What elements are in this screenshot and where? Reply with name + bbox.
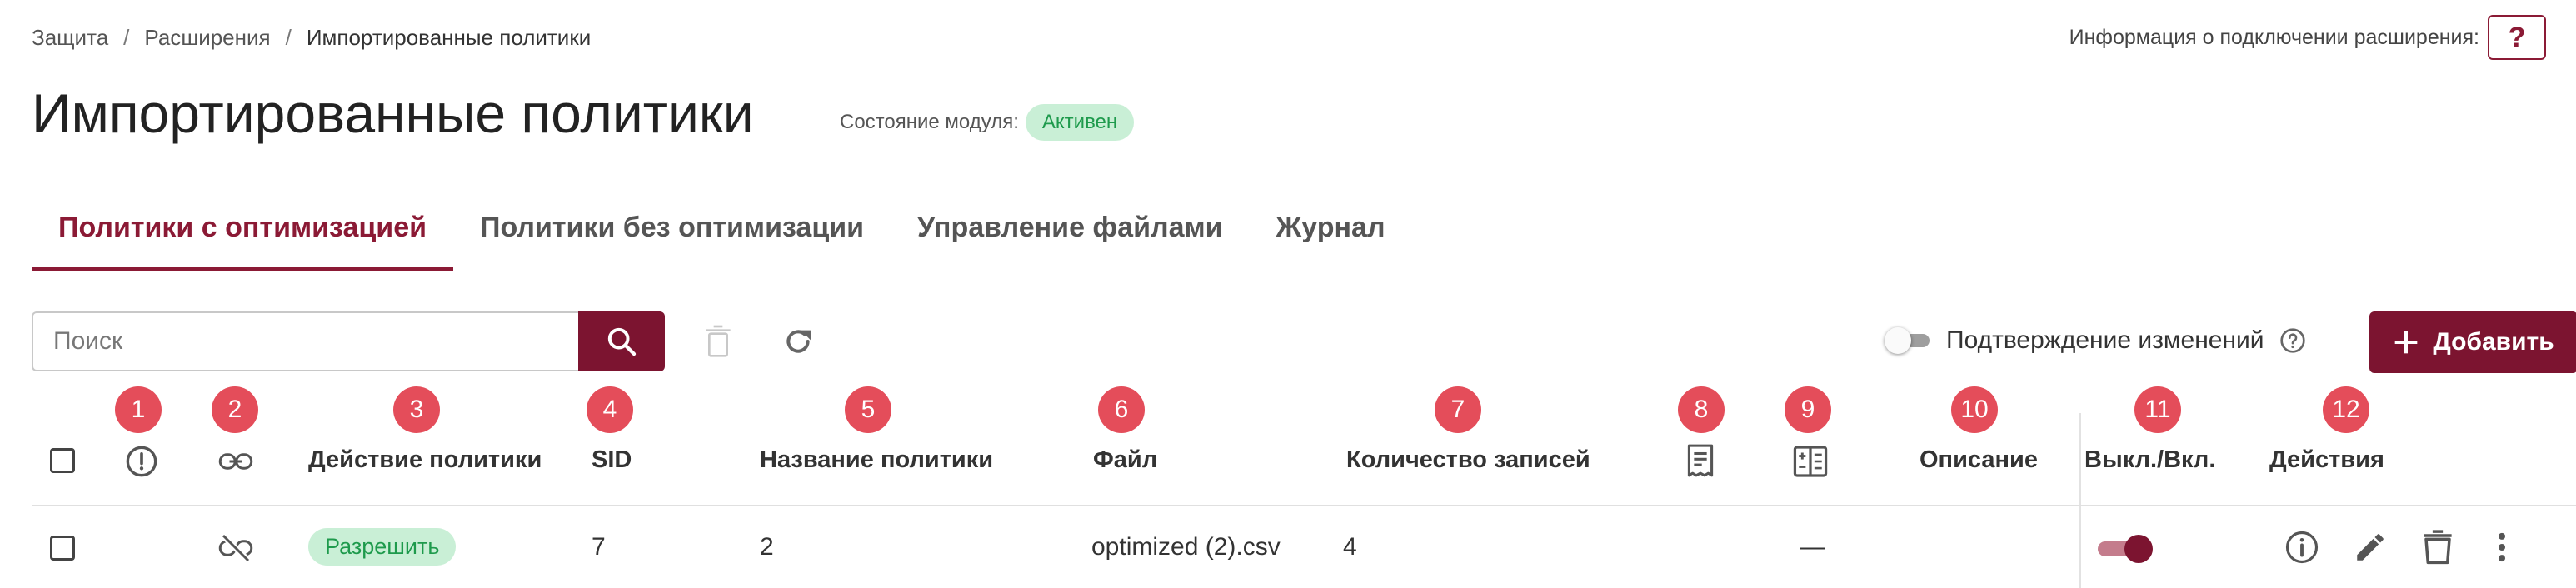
marker-12: 12 [2323, 386, 2369, 433]
help-circle-icon[interactable] [2279, 327, 2306, 354]
edit-icon[interactable] [2353, 530, 2388, 565]
search-icon [607, 327, 637, 356]
module-status-label: Состояние модуля: [840, 111, 1019, 133]
cell-count: 4 [1343, 533, 1357, 561]
marker-7: 7 [1435, 386, 1481, 433]
breadcrumb: Защита / Расширения / Импортированные по… [32, 25, 591, 51]
delete-icon [706, 325, 731, 357]
column-header-count[interactable]: Количество записей [1346, 446, 1590, 474]
breadcrumb-separator: / [123, 25, 130, 50]
select-all-checkbox[interactable] [50, 448, 75, 473]
page-title: Импортированные политики [32, 82, 754, 144]
add-button[interactable]: Добавить [2369, 311, 2576, 373]
delete-row-icon[interactable] [2423, 530, 2453, 565]
marker-10: 10 [1951, 386, 1998, 433]
marker-2: 2 [212, 386, 258, 433]
marker-9: 9 [1785, 386, 1831, 433]
confirm-changes: Подтверждение изменений [1885, 326, 2306, 355]
column-header-action[interactable]: Действие политики [308, 446, 542, 474]
breadcrumb-link-extensions[interactable]: Расширения [144, 25, 270, 51]
module-status: Состояние модуля: Активен [840, 104, 1135, 141]
plus-icon [2395, 331, 2418, 354]
marker-11: 11 [2134, 386, 2181, 433]
row-checkbox[interactable] [50, 536, 75, 561]
cell-file: optimized (2).csv [1091, 533, 1281, 561]
cell-sid: 7 [592, 533, 606, 561]
column-header-sid[interactable]: SID [592, 446, 632, 474]
breadcrumb-separator: / [285, 25, 292, 50]
search-input[interactable] [32, 311, 578, 371]
page: Защита / Расширения / Импортированные по… [0, 0, 2576, 588]
alert-circle-icon [126, 446, 157, 477]
marker-5: 5 [845, 386, 891, 433]
more-vert-icon[interactable] [2494, 530, 2509, 565]
connection-info-label: Информация о подключении расширения: [2069, 25, 2479, 49]
tab-optimized-policies[interactable]: Политики с оптимизацией [32, 200, 454, 271]
add-button-label: Добавить [2433, 328, 2554, 356]
marker-8: 8 [1678, 386, 1725, 433]
marker-6: 6 [1098, 386, 1145, 433]
column-header-actions: Действия [2269, 446, 2384, 473]
policy-action-badge: Разрешить [308, 528, 457, 566]
column-header-name[interactable]: Название политики [760, 446, 993, 474]
column-divider [2079, 413, 2081, 588]
document-icon [1687, 444, 1714, 477]
tab-bar: Политики с оптимизацией Политики без опт… [32, 200, 1412, 271]
compare-icon [1793, 446, 1828, 477]
confirm-changes-toggle[interactable] [1885, 327, 1931, 354]
tab-file-management[interactable]: Управление файлами [891, 200, 1250, 271]
search-button[interactable] [578, 311, 665, 371]
delete-button[interactable] [705, 325, 731, 358]
column-header-file[interactable]: Файл [1093, 446, 1157, 474]
marker-4: 4 [587, 386, 633, 433]
column-header-toggle[interactable]: Выкл./Вкл. [2084, 446, 2215, 474]
link-off-icon[interactable] [218, 533, 253, 563]
enable-toggle[interactable] [2098, 535, 2153, 563]
breadcrumb-current: Импортированные политики [306, 25, 592, 50]
column-header-description[interactable]: Описание [1920, 446, 2038, 474]
info-icon[interactable] [2284, 530, 2319, 565]
marker-1: 1 [115, 386, 162, 433]
refresh-button[interactable] [781, 325, 815, 358]
confirm-changes-label: Подтверждение изменений [1946, 326, 2264, 354]
cell-col9: — [1800, 533, 1825, 561]
breadcrumb-link-protection[interactable]: Защита [32, 25, 108, 51]
cell-name: 2 [760, 533, 774, 561]
tab-unoptimized-policies[interactable]: Политики без оптимизации [453, 200, 891, 271]
refresh-icon [786, 330, 811, 353]
link-icon [218, 453, 253, 470]
tab-journal[interactable]: Журнал [1250, 200, 1412, 271]
connection-help-button[interactable]: ? [2488, 15, 2546, 60]
marker-3: 3 [393, 386, 440, 433]
header-divider [32, 505, 2576, 506]
status-badge: Активен [1025, 104, 1135, 141]
connection-info: Информация о подключении расширения: ? [2069, 15, 2546, 60]
